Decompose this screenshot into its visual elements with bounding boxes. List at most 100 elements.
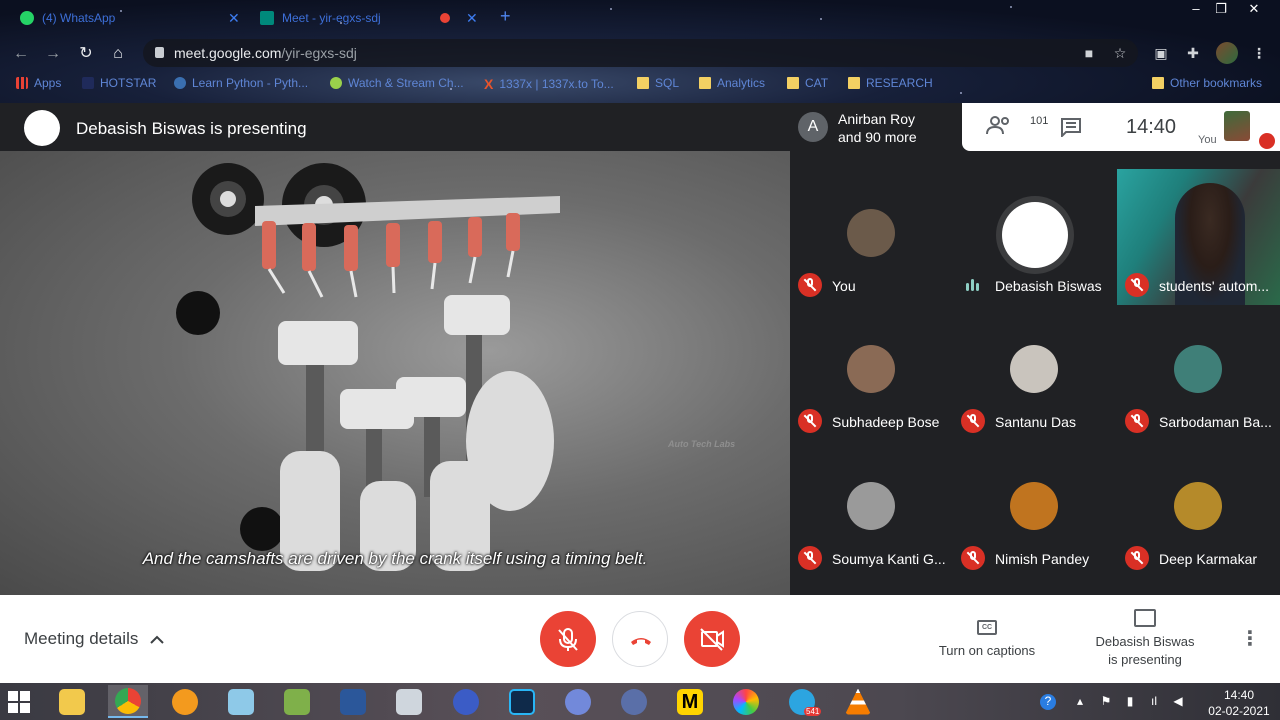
people-icon xyxy=(986,116,1009,135)
top-right-panel: 101 14:40 You xyxy=(962,103,1280,151)
minimize-icon[interactable]: – xyxy=(1183,0,1209,18)
fl-studio-icon xyxy=(172,688,198,715)
participant-tile[interactable]: Santanu Das xyxy=(953,305,1116,441)
avatar xyxy=(1010,345,1058,393)
participants-button[interactable]: 101 xyxy=(986,115,1048,139)
browser-arc-icon xyxy=(621,688,647,715)
presenting-title: Debasish Biswas is presenting xyxy=(76,119,307,138)
meeting-details-button[interactable]: Meeting details xyxy=(24,629,165,649)
home-icon[interactable]: ⌂ xyxy=(107,43,129,65)
show-hidden-icons-icon[interactable]: ▴ xyxy=(1072,694,1088,710)
present-now-button[interactable]: Debasish Biswas is presenting xyxy=(1088,609,1202,669)
network-icon[interactable]: ıl xyxy=(1146,694,1162,710)
bookmark-folder-other[interactable]: Other bookmarks xyxy=(1152,76,1262,90)
taskbar-file-explorer[interactable] xyxy=(52,685,92,718)
windows-start-icon[interactable] xyxy=(8,691,30,713)
taskbar-discord[interactable] xyxy=(558,685,598,718)
avatar xyxy=(1174,482,1222,530)
apps-grid-icon xyxy=(16,77,28,89)
extensions-icon[interactable]: ✚ xyxy=(1184,44,1202,62)
participant-name: Debasish Biswas xyxy=(995,278,1102,294)
muted-mic-icon xyxy=(961,409,985,433)
participant-tile[interactable]: Debasish Biswas xyxy=(953,169,1116,305)
taskbar-telegram[interactable]: 541 xyxy=(782,685,822,718)
participant-video-tile[interactable]: students' autom... xyxy=(1117,169,1280,305)
avatar xyxy=(847,482,895,530)
color-wheel-icon xyxy=(733,688,759,715)
leave-call-button[interactable] xyxy=(612,611,668,667)
participant-tile[interactable]: Deep Karmakar xyxy=(1117,442,1280,578)
close-tab-icon[interactable]: ✕ xyxy=(466,10,478,27)
presentation-stage[interactable]: Auto Tech Labs And the camshafts are dri… xyxy=(0,151,790,595)
bookmark-folder-sql[interactable]: SQL xyxy=(637,76,679,90)
taskbar-notepad[interactable] xyxy=(221,685,261,718)
camera-blocked-icon[interactable]: ■ xyxy=(1080,44,1098,62)
url-text: meet.google.com/yir-egxs-sdj xyxy=(174,45,357,61)
address-bar[interactable]: meet.google.com/yir-egxs-sdj ■ ☆ xyxy=(143,39,1138,67)
close-tab-icon[interactable]: ✕ xyxy=(228,10,240,27)
word-icon xyxy=(340,688,366,715)
bookmark-apps[interactable]: Apps xyxy=(16,76,61,90)
taskbar-chrome[interactable] xyxy=(108,685,148,718)
bookmark-stream[interactable]: Watch & Stream Ch... xyxy=(330,76,464,90)
more-options-icon[interactable]: ⋮ xyxy=(1240,627,1260,651)
close-window-icon[interactable]: ✕ xyxy=(1241,0,1267,18)
participant-tile[interactable]: Subhadeep Bose xyxy=(790,305,953,441)
chat-button[interactable] xyxy=(1060,117,1082,139)
taskbar-browser-arc[interactable] xyxy=(614,685,654,718)
battery-icon[interactable]: ▮ xyxy=(1122,694,1138,710)
participant-name: Subhadeep Bose xyxy=(832,414,940,430)
bookmark-1337x[interactable]: X 1337x | 1337x.to To... xyxy=(484,76,614,92)
taskbar-video-editor[interactable] xyxy=(502,685,542,718)
bookmark-folder-analytics[interactable]: Analytics xyxy=(699,76,765,90)
participant-name: You xyxy=(832,278,856,294)
forward-icon[interactable]: → xyxy=(42,43,64,65)
participant-tile[interactable]: Nimish Pandey xyxy=(953,442,1116,578)
tab-meet[interactable]: Meet - yir-egxs-sdj ✕ xyxy=(250,4,490,32)
muted-mic-icon xyxy=(798,409,822,433)
bookmark-python[interactable]: Learn Python - Pyth... xyxy=(174,76,308,90)
bookmark-folder-research[interactable]: RESEARCH xyxy=(848,76,933,90)
tab-whatsapp[interactable]: (4) WhatsApp ✕ xyxy=(10,4,250,32)
flag-icon[interactable]: ⚑ xyxy=(1098,694,1114,710)
taskbar-calculator[interactable] xyxy=(389,685,429,718)
avatar xyxy=(1002,202,1068,268)
avatar xyxy=(1010,482,1058,530)
participant-tile[interactable]: Soumya Kanti G... xyxy=(790,442,953,578)
back-icon[interactable]: ← xyxy=(10,43,32,65)
participant-name: Soumya Kanti G... xyxy=(832,551,946,567)
taskbar-clock[interactable]: 14:40 02-02-2021 xyxy=(1202,687,1276,719)
taskbar-m-app[interactable]: M xyxy=(670,685,710,718)
reload-icon[interactable]: ↻ xyxy=(75,43,97,65)
restore-icon[interactable]: ❐ xyxy=(1208,0,1234,18)
lock-icon xyxy=(155,47,164,58)
bookmark-star-icon[interactable]: ☆ xyxy=(1111,44,1129,62)
self-video-thumbnail[interactable] xyxy=(1224,111,1250,141)
taskbar-app-green[interactable] xyxy=(277,685,317,718)
bookmark-folder-cat[interactable]: CAT xyxy=(787,76,828,90)
acrobat-extension-icon[interactable]: ▣ xyxy=(1152,44,1170,62)
participant-grid: You Debasish Biswas students' autom... S… xyxy=(790,169,1280,578)
participant-tile[interactable]: Sarbodaman Ba... xyxy=(1117,305,1280,441)
video-editor-icon xyxy=(509,688,535,715)
taskbar-headphones-app[interactable] xyxy=(446,685,486,718)
camera-toggle-button[interactable] xyxy=(684,611,740,667)
help-icon[interactable]: ? xyxy=(1040,694,1056,710)
chrome-menu-icon[interactable]: ⋮ xyxy=(1250,44,1268,62)
captions-button[interactable]: CC Turn on captions xyxy=(930,617,1044,658)
taskbar-word[interactable] xyxy=(333,685,373,718)
profile-avatar[interactable] xyxy=(1216,42,1238,64)
mic-toggle-button[interactable] xyxy=(540,611,596,667)
taskbar-fl-studio[interactable] xyxy=(165,685,205,718)
new-tab-icon[interactable]: + xyxy=(500,6,511,27)
participant-tile[interactable]: You xyxy=(790,169,953,305)
taskbar-vlc[interactable] xyxy=(838,685,878,718)
participants-count: 101 xyxy=(1030,115,1049,127)
bookmark-hotstar[interactable]: HOTSTAR xyxy=(82,76,156,90)
volume-icon[interactable]: ◀ xyxy=(1170,694,1186,710)
chat-icon xyxy=(1061,118,1081,139)
taskbar-color-wheel[interactable] xyxy=(726,685,766,718)
people-strip[interactable]: A Anirban Roy and 90 more xyxy=(790,103,962,151)
muted-mic-icon xyxy=(961,546,985,570)
participant-initial-avatar: A xyxy=(798,112,828,142)
